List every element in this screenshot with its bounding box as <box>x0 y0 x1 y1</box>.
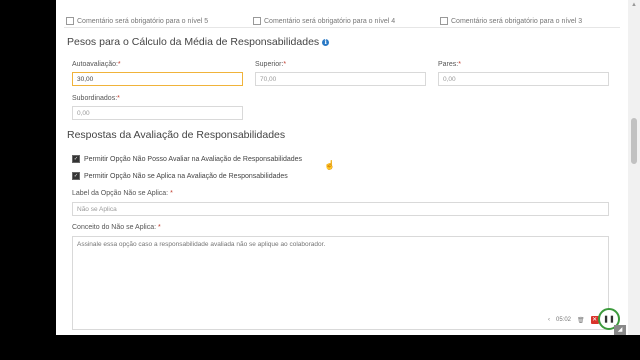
chevron-left-icon[interactable]: ‹ <box>548 317 550 323</box>
corner-widget-icon[interactable]: ◢ <box>614 325 626 335</box>
answers-section-title: Respostas da Avaliação de Responsabilida… <box>67 129 285 141</box>
info-icon[interactable]: i <box>322 38 330 46</box>
left-black-margin <box>0 0 56 360</box>
weights-section-title: Pesos para o Cálculo da Média de Respons… <box>67 36 330 48</box>
checkbox-label: Permitir Opção Não se Aplica na Avaliaçã… <box>84 172 288 180</box>
subordinates-label: Subordinados:* <box>72 95 120 102</box>
concept-textarea[interactable] <box>72 236 609 330</box>
checkbox-label: Comentário será obrigatório para o nível… <box>77 17 209 25</box>
self-eval-label: Autoavaliação:* <box>72 61 121 68</box>
top-checkbox-1[interactable]: Comentário será obrigatório para o nível… <box>66 14 208 28</box>
scroll-up-icon[interactable]: ▲ <box>628 2 640 10</box>
superior-input[interactable] <box>255 72 426 86</box>
peers-input[interactable] <box>438 72 609 86</box>
peers-label: Pares:* <box>438 61 461 68</box>
checkbox-label: Permitir Opção Não Posso Avaliar na Aval… <box>84 155 303 163</box>
subordinates-input[interactable] <box>72 106 243 120</box>
option-label-input[interactable] <box>72 202 609 216</box>
checkbox-checked-icon[interactable]: ✓ <box>72 172 80 180</box>
top-checkbox-2[interactable]: Comentário será obrigatório para o nível… <box>253 14 395 28</box>
divider <box>64 27 620 28</box>
mouse-cursor-icon: ☝ <box>324 160 336 170</box>
superior-label: Superior:* <box>255 61 287 68</box>
concept-label: Conceito do Não se Aplica: * <box>72 224 161 231</box>
form-page: Comentário será obrigatório para o nível… <box>56 0 628 335</box>
recording-time: 05:02 <box>556 317 572 323</box>
checkbox-box[interactable] <box>440 17 448 25</box>
page-scrollbar[interactable]: ▲ <box>628 0 640 335</box>
allow-not-applicable-option[interactable]: ✓ Permitir Opção Não se Aplica na Avalia… <box>72 172 288 180</box>
checkbox-label: Comentário será obrigatório para o nível… <box>451 17 583 25</box>
self-eval-input[interactable] <box>72 72 243 86</box>
checkbox-label: Comentário será obrigatório para o nível… <box>264 17 396 25</box>
answers-title-text: Respostas da Avaliação de Responsabilida… <box>67 129 286 141</box>
checkbox-checked-icon[interactable]: ✓ <box>72 155 80 163</box>
allow-cannot-evaluate-option[interactable]: ✓ Permitir Opção Não Posso Avaliar na Av… <box>72 155 302 163</box>
weights-title-text: Pesos para o Cálculo da Média de Respons… <box>67 36 320 48</box>
scroll-thumb[interactable] <box>631 118 637 164</box>
checkbox-box[interactable] <box>253 17 261 25</box>
pause-icon: ❚❚ <box>603 316 615 323</box>
checkbox-box[interactable] <box>66 17 74 25</box>
bottom-black-margin <box>56 335 640 360</box>
recorder-controls: ‹ 05:02 🗑 ✕ <box>548 313 599 327</box>
option-label-label: Label da Opção Não se Aplica: * <box>72 190 173 197</box>
top-checkbox-3[interactable]: Comentário será obrigatório para o nível… <box>440 14 582 28</box>
trash-icon[interactable]: 🗑 <box>577 317 585 324</box>
